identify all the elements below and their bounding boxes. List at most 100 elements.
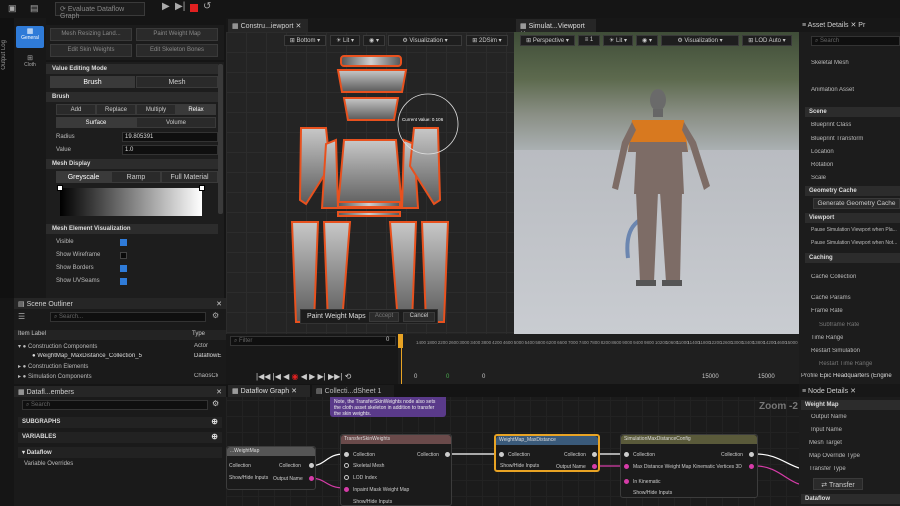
mesh-tab[interactable]: Mesh — [136, 76, 218, 88]
asset-details-tab[interactable]: ≡ Asset Details ✕ Pr — [799, 18, 900, 32]
skip-start-icon[interactable]: |◀◀ — [256, 372, 270, 381]
close-icon[interactable]: ✕ — [216, 300, 222, 308]
multiply-mode-button[interactable]: Multiply — [136, 104, 176, 115]
col-item-label[interactable]: Item Label — [18, 331, 46, 337]
outliner-row[interactable]: ▸ ● Construction Elements — [18, 363, 218, 370]
lit-dropdown-sim[interactable]: ☀ Lit ▾ — [603, 35, 633, 46]
close-icon[interactable]: ✕ — [216, 388, 222, 396]
inpaint-pin[interactable] — [344, 487, 349, 492]
brush-tab[interactable]: Brush — [50, 76, 135, 88]
greyscale-ramp[interactable] — [60, 188, 202, 216]
paint-weight-map-button[interactable]: Paint Weight Map — [136, 28, 218, 41]
mesh-resizing-button[interactable]: Mesh Resizing Land... — [50, 28, 132, 41]
greyscale-button[interactable]: Greyscale — [56, 171, 111, 183]
ramp-button[interactable]: Ramp — [111, 171, 161, 183]
collection-out-pin[interactable] — [445, 452, 450, 457]
lod-dropdown[interactable]: ⊞ LOD Auto ▾ — [742, 35, 792, 46]
collection-out-pin[interactable] — [749, 452, 754, 457]
prev-frame-icon[interactable]: |◀ — [273, 372, 281, 381]
col-type[interactable]: Type — [192, 331, 205, 337]
ramp-handle-right[interactable] — [199, 185, 205, 191]
loop-icon[interactable]: ⟲ — [345, 372, 352, 381]
value-input[interactable]: 1.0 — [122, 145, 218, 155]
collection-out-pin[interactable] — [592, 452, 597, 457]
cloth-pattern-panels[interactable] — [226, 32, 514, 334]
relax-mode-button[interactable]: Relax — [176, 104, 216, 115]
record-icon[interactable]: ◉ — [291, 372, 298, 381]
range-start[interactable]: 0 — [482, 374, 485, 380]
geometry-cache-section[interactable]: Geometry Cache — [805, 186, 900, 196]
step-icon[interactable]: ▶| — [175, 1, 185, 12]
dataflow-members-tab[interactable]: ▦ Datafl...embers ✕ — [14, 386, 226, 397]
browse-icon[interactable]: ▤ — [30, 3, 39, 14]
mesh-display-header[interactable]: Mesh Display — [46, 159, 218, 169]
node-details-tab[interactable]: ≡ Node Details ✕ — [799, 384, 900, 397]
show-borders-checkbox[interactable] — [120, 265, 127, 272]
collection-out-pin[interactable] — [309, 463, 314, 468]
edit-skeleton-bones-button[interactable]: Edit Skeleton Bones — [136, 44, 218, 57]
settings-icon[interactable]: ⚙ — [212, 399, 219, 408]
perspective-dropdown[interactable]: ⊞ Perspective ▾ — [520, 35, 575, 46]
start-frame[interactable]: 0 — [414, 374, 417, 380]
outliner-search-input[interactable]: ⌕ Search... — [50, 312, 206, 322]
scene-section[interactable]: Scene — [805, 107, 900, 117]
output-name-pin[interactable] — [309, 476, 314, 481]
playhead-handle[interactable] — [398, 334, 403, 348]
simulation-viewport-tab[interactable]: ▦ Simulat...Viewport ✕ — [516, 19, 596, 38]
collection-in-pin[interactable] — [344, 452, 349, 457]
weight-map-section[interactable]: Weight Map — [801, 400, 900, 410]
edit-skin-weights-button[interactable]: Edit Skin Weights — [50, 44, 132, 57]
add-mode-button[interactable]: Add — [56, 104, 96, 115]
show-wireframe-checkbox[interactable] — [120, 252, 127, 259]
stop-icon[interactable] — [190, 4, 198, 12]
play-reverse-icon[interactable]: ◀ — [301, 372, 307, 381]
dataflow-graph[interactable]: ▦ Dataflow Graph ✕ ▤ Collecti...dSheet 1… — [226, 384, 799, 506]
scene-outliner-tab[interactable]: ▤ Scene Outliner ✕ — [14, 298, 226, 309]
volume-button[interactable]: Volume — [136, 117, 216, 128]
full-material-button[interactable]: Full Material — [161, 171, 218, 183]
play-icon[interactable]: ▶ — [309, 372, 315, 381]
transfer-skin-weights-node[interactable]: TransferSkinWeights Collection Collectio… — [340, 434, 452, 506]
visible-checkbox[interactable] — [120, 239, 127, 246]
dataflow-section[interactable]: ▾ Dataflow — [18, 447, 222, 458]
in-kinematic-pin[interactable] — [624, 479, 629, 484]
output-log-tab[interactable]: Output Log — [1, 40, 13, 70]
collection-in-pin[interactable] — [624, 452, 629, 457]
viewport-section[interactable]: Viewport — [805, 213, 900, 223]
simulation-max-distance-config-node[interactable]: SimulationMaxDistanceConfig Collection C… — [620, 434, 758, 498]
cancel-button[interactable]: Cancel — [403, 312, 435, 322]
skeletal-mesh-pin[interactable] — [344, 463, 349, 468]
collection-in-pin[interactable] — [499, 452, 504, 457]
outliner-row[interactable]: ▾ ● Construction Components Actor — [18, 343, 218, 350]
output-name-pin[interactable] — [592, 464, 597, 469]
end-frame[interactable]: 15000 — [758, 374, 775, 380]
ramp-handle-left[interactable] — [57, 185, 63, 191]
outliner-row[interactable]: ▸ ● Simulation Components ChaosClo — [18, 373, 218, 380]
variable-overrides-item[interactable]: Variable Overrides — [24, 461, 73, 467]
max-distance-pin[interactable] — [624, 464, 629, 469]
lod-index-pin[interactable] — [344, 475, 349, 480]
settings-icon[interactable]: ⚙ — [212, 311, 219, 320]
generate-geometry-cache-button[interactable]: Generate Geometry Cache — [813, 198, 900, 209]
show-dropdown-sim[interactable]: ◉ ▾ — [636, 35, 658, 46]
weightmap-maxdistance-node[interactable]: WeightMap_MaxDistance Collection Collect… — [494, 434, 600, 472]
skip-end-icon[interactable]: ▶▶| — [328, 372, 342, 381]
weightmap-node[interactable]: ...WeightMap Collection Show/Hide Inputs… — [226, 446, 316, 490]
camera-speed-dropdown[interactable]: ≡ 1 — [578, 35, 600, 46]
members-search-input[interactable]: ⌕ Search — [22, 400, 208, 410]
evaluate-dataflow-button[interactable]: ⟳ Evaluate Dataflow Graph — [55, 2, 145, 20]
kinematic-out-pin[interactable] — [749, 464, 754, 469]
brush-section-header[interactable]: Brush — [46, 92, 218, 102]
caching-section[interactable]: Caching — [805, 253, 900, 263]
surface-button[interactable]: Surface — [56, 117, 136, 128]
play-icon[interactable]: ▶ — [162, 1, 170, 12]
general-mode-button[interactable]: ▦ General — [16, 26, 44, 48]
visualization-dropdown-sim[interactable]: ⚙ Visualization ▾ — [661, 35, 739, 46]
construction-viewport-tab[interactable]: ▦ Constru...iewport ✕ — [228, 19, 308, 32]
outliner-row[interactable]: ● WeightMap_MaxDistance_Collection_5 Data… — [32, 353, 222, 359]
next-frame-icon[interactable]: ▶| — [317, 372, 325, 381]
cloth-mode-button[interactable]: ⊞ Cloth — [16, 54, 44, 76]
dataflow-section[interactable]: Dataflow — [801, 494, 900, 504]
subgraphs-section[interactable]: SUBGRAPHS ⊕ — [18, 417, 222, 428]
filter-icon[interactable]: ☰ — [18, 312, 25, 321]
